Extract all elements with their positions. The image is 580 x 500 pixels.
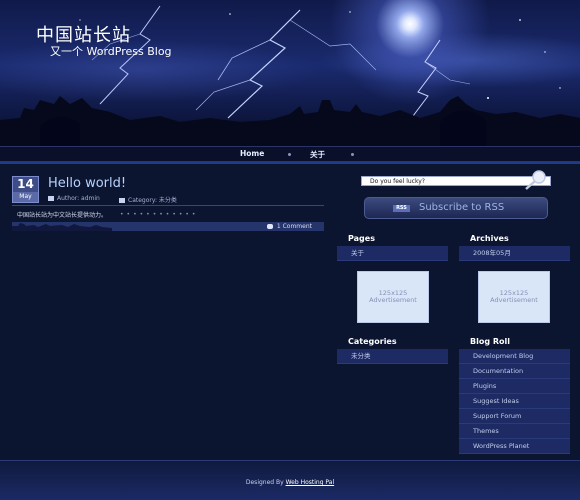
nav-separator bbox=[351, 153, 354, 156]
blogroll-title: Blog Roll bbox=[470, 337, 510, 346]
pages-item[interactable]: 关于 bbox=[337, 246, 448, 261]
footer-designer-link[interactable]: Web Hosting Pal bbox=[286, 479, 335, 486]
categories-list: 未分类 bbox=[337, 349, 448, 364]
post-title-link[interactable]: Hello world! bbox=[48, 176, 126, 191]
comments-count[interactable]: 1 Comment bbox=[277, 223, 312, 230]
blogroll-item[interactable]: Plugins bbox=[459, 379, 570, 394]
ad-label: Advertisement bbox=[490, 296, 538, 304]
footer-prefix: Designed By bbox=[245, 479, 286, 486]
categories-item[interactable]: 未分类 bbox=[337, 349, 448, 364]
advertisement-box[interactable]: 125x125 Advertisement bbox=[357, 271, 429, 323]
author-icon bbox=[48, 196, 54, 201]
blogroll-item[interactable]: Support Forum bbox=[459, 409, 570, 424]
nav-item-home[interactable]: Home bbox=[240, 149, 264, 158]
blogroll-item[interactable]: Themes bbox=[459, 424, 570, 439]
post-excerpt: 中国站长站为中文站长提供动力。 bbox=[17, 212, 108, 219]
blogroll-item[interactable]: Suggest Ideas bbox=[459, 394, 570, 409]
search-icon[interactable] bbox=[523, 168, 549, 192]
post-continue-dots: •••••••••••• bbox=[120, 211, 199, 218]
rss-icon: RSS bbox=[393, 205, 410, 212]
ad-label: Advertisement bbox=[369, 296, 417, 304]
post-author: Author: admin bbox=[48, 195, 100, 202]
pages-list: 关于 bbox=[337, 246, 448, 261]
post-author-text: Author: admin bbox=[57, 195, 100, 202]
main-navigation: Home 关于 bbox=[0, 146, 580, 162]
archives-item[interactable]: 2008年05月 bbox=[459, 246, 570, 261]
nav-separator bbox=[288, 153, 291, 156]
comments-link[interactable]: 1 Comment bbox=[266, 223, 312, 230]
archives-list: 2008年05月 bbox=[459, 246, 570, 261]
comment-icon bbox=[266, 224, 273, 229]
post-divider bbox=[12, 205, 324, 206]
blogroll-item[interactable]: Documentation bbox=[459, 364, 570, 379]
nav-divider bbox=[0, 162, 580, 164]
advertisement-box[interactable]: 125x125 Advertisement bbox=[478, 271, 550, 323]
post-footer-bar: 1 Comment bbox=[12, 222, 324, 231]
footer: Designed By Web Hosting Pal bbox=[0, 460, 580, 500]
subscribe-rss-button[interactable]: RSS Subscribe to RSS bbox=[364, 197, 548, 219]
rss-label[interactable]: Subscribe to RSS bbox=[419, 202, 504, 213]
blogroll-item[interactable]: Development Blog bbox=[459, 349, 570, 364]
post-date-badge: 14 May bbox=[12, 176, 39, 203]
post-month: May bbox=[13, 192, 38, 202]
header-banner: 中国站长站 又一个 WordPress Blog bbox=[0, 0, 580, 146]
blogroll-list: Development Blog Documentation Plugins S… bbox=[459, 349, 570, 454]
folder-icon bbox=[119, 198, 125, 203]
categories-title: Categories bbox=[348, 337, 397, 346]
footer-credit: Designed By Web Hosting Pal bbox=[0, 479, 580, 486]
post-day: 14 bbox=[17, 177, 34, 191]
archives-title: Archives bbox=[470, 234, 509, 243]
blogroll-item[interactable]: WordPress Planet bbox=[459, 439, 570, 454]
nav-item-about[interactable]: 关于 bbox=[310, 149, 325, 160]
post-category[interactable]: Category: 未分类 bbox=[119, 195, 177, 204]
site-description: 又一个 WordPress Blog bbox=[50, 45, 172, 58]
post-category-text[interactable]: Category: 未分类 bbox=[128, 197, 177, 204]
pages-title: Pages bbox=[348, 234, 375, 243]
